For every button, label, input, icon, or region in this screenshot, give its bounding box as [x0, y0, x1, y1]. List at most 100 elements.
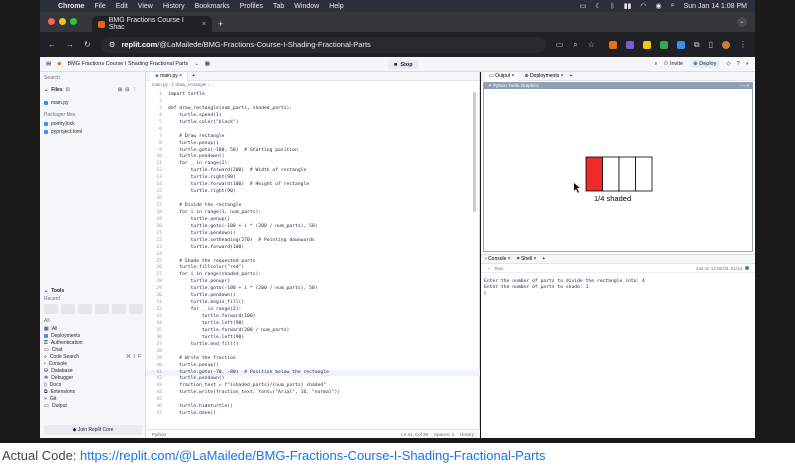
menu-bookmarks[interactable]: Bookmarks: [195, 3, 230, 10]
code-line[interactable]: 40 turtle.penup(): [146, 363, 480, 370]
code-line[interactable]: 20 turtle.goto(-100 + i * (200 / num_par…: [146, 224, 480, 231]
extension-icon[interactable]: [625, 40, 634, 49]
code-line[interactable]: 36 turtle.left(90): [146, 335, 480, 342]
code-line[interactable]: 7 # Draw rectangle: [146, 134, 480, 141]
code-line[interactable]: 17 # Divide the rectangle: [146, 203, 480, 210]
recent-tool-slot[interactable]: [78, 304, 92, 314]
code-line[interactable]: 2: [146, 99, 480, 106]
control-center-icon[interactable]: ◉: [656, 2, 662, 10]
menu-edit[interactable]: Edit: [116, 3, 128, 10]
code-line[interactable]: 34 turtle.left(90): [146, 321, 480, 328]
tool-console[interactable]: › Console: [44, 361, 67, 367]
new-file-icon[interactable]: ⊞: [118, 87, 122, 93]
history-button[interactable]: History: [460, 432, 474, 437]
layout-icon[interactable]: ▦: [205, 61, 210, 67]
search-icon[interactable]: ⌕: [671, 2, 675, 10]
minimize-window-button[interactable]: [59, 18, 66, 25]
reload-icon[interactable]: ↻: [84, 40, 91, 49]
console-cursor[interactable]: ▯: [484, 291, 752, 297]
url-input[interactable]: ⚙ replit.com/@LaMailede/BMG-Fractions-Co…: [100, 36, 546, 53]
new-pane-tab-button[interactable]: +: [570, 73, 573, 79]
tool-git[interactable]: ⑂ Git: [44, 396, 56, 402]
tab-console[interactable]: › Console ×: [485, 256, 511, 262]
code-line[interactable]: 21 turtle.pendown(): [146, 231, 480, 238]
replit-logo-icon[interactable]: ◆: [57, 61, 61, 67]
close-window-button[interactable]: [48, 18, 55, 25]
user-avatar[interactable]: ●: [746, 61, 749, 67]
file-item-poetry-lock[interactable]: poetry.lock: [44, 121, 75, 127]
sidepanel-icon[interactable]: ▯: [709, 40, 713, 49]
menu-history[interactable]: History: [163, 3, 185, 10]
code-line[interactable]: 44 turtle.write(fraction_text, font=("Ar…: [146, 390, 480, 397]
tools-header[interactable]: ⌄ Tools: [44, 288, 64, 294]
more-icon[interactable]: ⋮: [132, 87, 137, 93]
chrome-menu-icon[interactable]: ⋮: [739, 40, 747, 49]
code-line[interactable]: 3 def draw_rectangle(num_parts, shaded_pa…: [146, 106, 480, 113]
menu-tab[interactable]: Tab: [273, 3, 284, 10]
tab-main-py[interactable]: ◆ main.py ×: [150, 71, 189, 81]
code-line[interactable]: 18 for i in range(1, num_parts):: [146, 210, 480, 217]
indent-setting[interactable]: Spaces: 2: [434, 432, 454, 437]
bluetooth-icon[interactable]: ᛒ: [611, 3, 615, 10]
cast-icon[interactable]: ▭: [556, 40, 564, 49]
help-icon[interactable]: ?: [737, 61, 740, 67]
sidebar-toggle-icon[interactable]: ▤: [46, 61, 51, 67]
recent-tool-slot[interactable]: [61, 304, 75, 314]
files-header[interactable]: ⌄ Files ⊡: [44, 87, 70, 93]
code-line[interactable]: 19 turtle.penup(): [146, 217, 480, 224]
code-line[interactable]: 47 turtle.done(): [146, 411, 480, 418]
run-label[interactable]: Run: [495, 266, 503, 271]
deploy-button[interactable]: ⊕ Deploy: [689, 60, 721, 68]
profile-avatar[interactable]: [722, 40, 730, 49]
code-line[interactable]: 16: [146, 196, 480, 203]
back-icon[interactable]: ←: [48, 40, 56, 49]
code-line[interactable]: 23 turtle.forward(100): [146, 245, 480, 252]
wifi-icon[interactable]: ◠: [640, 2, 646, 10]
console-output[interactable]: Enter the number of parts to divide the …: [481, 273, 755, 303]
battery-icon[interactable]: ▮▮: [624, 2, 632, 10]
tool-code-search[interactable]: ⌕ Code Search: [44, 354, 79, 360]
code-line[interactable]: 35 turtle.forward(200 / num_parts): [146, 328, 480, 335]
browser-tab[interactable]: BMG Fractions Course I Shac ×: [92, 16, 212, 32]
recent-tool-slot[interactable]: [95, 304, 109, 314]
tab-search-button[interactable]: ⌄: [737, 17, 747, 27]
new-tab-button[interactable]: +: [218, 19, 223, 29]
menu-file[interactable]: File: [94, 3, 105, 10]
code-line[interactable]: 39 # Write the fraction: [146, 356, 480, 363]
notifications-icon[interactable]: ◇: [726, 61, 730, 67]
code-line[interactable]: 8 turtle.penup(): [146, 141, 480, 148]
new-console-tab-button[interactable]: +: [542, 256, 545, 262]
code-line[interactable]: 15 turtle.right(90): [146, 189, 480, 196]
extension-icon[interactable]: [659, 40, 668, 49]
code-line[interactable]: 33 turtle.forward(100): [146, 314, 480, 321]
zoom-window-button[interactable]: [70, 18, 77, 25]
code-lines[interactable]: 1 import turtle 2 3 def draw_rectangle(num_p…: [146, 92, 480, 418]
recent-tool-slot[interactable]: [44, 304, 58, 314]
site-info-icon[interactable]: ⚙: [109, 40, 116, 49]
invite-button[interactable]: ⚇ Invite: [663, 61, 683, 67]
moon-icon[interactable]: ☾: [595, 2, 601, 10]
tool-database[interactable]: ⛁ Database: [44, 368, 73, 374]
extension-icon[interactable]: [608, 40, 617, 49]
menu-profiles[interactable]: Profiles: [240, 3, 263, 10]
tool-all[interactable]: ▦ All: [44, 326, 57, 332]
code-line[interactable]: 37 turtle.end_fill(): [146, 342, 480, 349]
tool-chat[interactable]: ▭ Chat: [44, 347, 62, 353]
code-line[interactable]: 1 import turtle: [146, 92, 480, 99]
chevron-down-icon[interactable]: ⌄: [487, 265, 491, 271]
tool-output[interactable]: ▭ Output: [44, 403, 67, 409]
tool-extensions[interactable]: ⧉ Extensions: [44, 389, 75, 395]
tab-shell[interactable]: ⌗ Shell ×: [517, 256, 537, 262]
display-icon[interactable]: ▭: [580, 2, 587, 10]
tool-docs[interactable]: ▯ Docs: [44, 382, 61, 388]
menu-view[interactable]: View: [138, 3, 153, 10]
search-files[interactable]: Search: [44, 75, 60, 81]
breadcrumb[interactable]: main.py › ƒ draw_rectangle › ...: [146, 81, 479, 89]
language-label[interactable]: Python: [152, 432, 166, 437]
chevron-down-icon[interactable]: ⌄: [194, 61, 199, 67]
tab-output[interactable]: ▭ Output ×: [485, 71, 519, 81]
code-line[interactable]: 4 turtle.speed(1): [146, 113, 480, 120]
forward-icon[interactable]: →: [66, 40, 74, 49]
turtle-graphics-window[interactable]: ✦ Python Turtle Graphics ‒ ▫ × 1/4 shade…: [483, 82, 753, 252]
stop-button[interactable]: ■ Stop: [388, 60, 419, 69]
